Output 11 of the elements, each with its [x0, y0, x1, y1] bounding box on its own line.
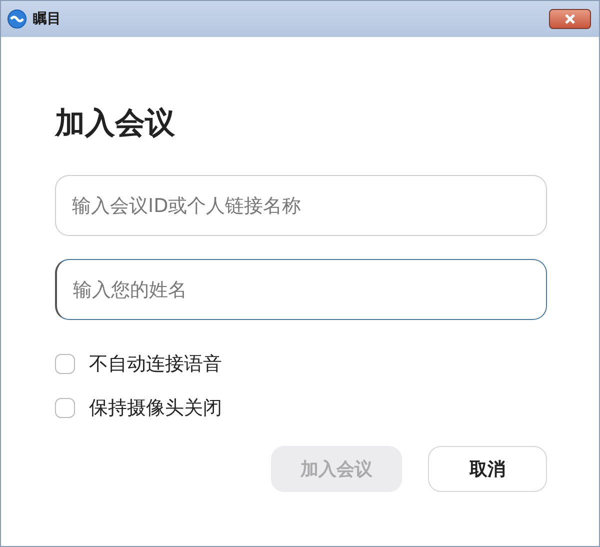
checkbox[interactable] — [55, 398, 75, 418]
dialog-heading: 加入会议 — [55, 105, 176, 143]
close-icon — [563, 14, 577, 24]
window-title: 瞩目 — [33, 10, 61, 28]
checkbox-label[interactable]: 保持摄像头关闭 — [89, 395, 222, 421]
cancel-button[interactable]: 取消 — [428, 446, 547, 492]
input-field[interactable]: 输入您的姓名 — [55, 259, 547, 320]
checkbox-label[interactable]: 不自动连接语音 — [89, 351, 222, 377]
app-logo-icon — [7, 9, 27, 29]
checkbox[interactable] — [55, 354, 75, 374]
close-button[interactable] — [549, 9, 591, 29]
